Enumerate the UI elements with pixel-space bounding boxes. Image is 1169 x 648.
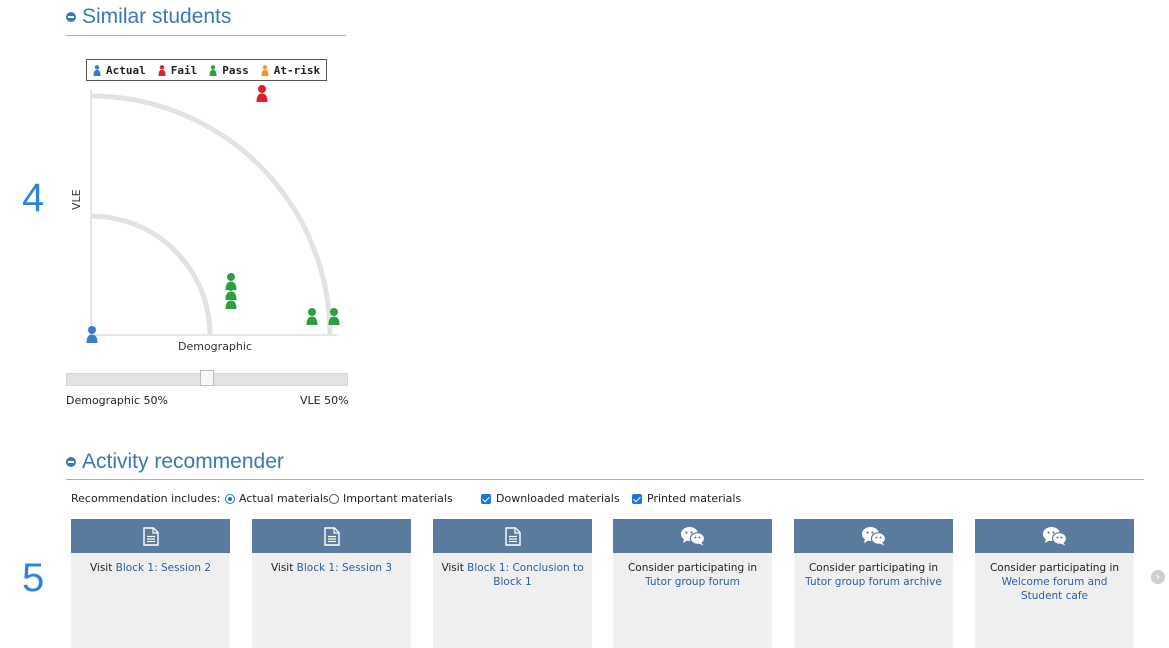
weight-slider-handle[interactable] — [200, 370, 214, 386]
recommendation-card[interactable]: Consider participating in Welcome forum … — [975, 519, 1134, 648]
document-icon — [323, 526, 340, 546]
y-axis-label: VLE — [70, 189, 83, 210]
activity-recommender-rule — [66, 479, 1144, 480]
card-text: Consider participating in Tutor group fo… — [794, 553, 953, 597]
checkbox-label: Downloaded materials — [496, 492, 620, 505]
recommendation-card[interactable]: Visit Block 1: Session 2 — [71, 519, 230, 648]
radio-button[interactable] — [329, 493, 339, 504]
inner-arc — [90, 213, 213, 336]
card-link[interactable]: Welcome forum and Student cafe — [1002, 576, 1108, 602]
person-icon — [93, 64, 101, 76]
card-prefix: Visit — [89, 562, 116, 574]
document-icon — [504, 526, 521, 546]
checkbox[interactable] — [481, 493, 491, 504]
card-header — [71, 519, 230, 553]
card-header — [613, 519, 772, 553]
student-fail-marker[interactable] — [256, 85, 268, 102]
radio-actual-materials[interactable]: Actual materials — [225, 492, 329, 505]
similar-students-rule — [66, 35, 346, 36]
collapse-icon[interactable] — [66, 12, 76, 22]
card-text: Consider participating in Welcome forum … — [975, 553, 1134, 611]
card-prefix: Visit — [441, 562, 468, 574]
chevron-right-icon[interactable]: › — [1151, 570, 1165, 584]
person-icon — [261, 64, 269, 76]
legend-label: Pass — [222, 63, 249, 77]
card-text: Visit Block 1: Session 2 — [71, 553, 230, 583]
legend-actual: Actual — [93, 64, 146, 77]
legend-at-risk: At-risk — [261, 64, 320, 77]
legend-pass: Pass — [209, 64, 249, 77]
card-header — [975, 519, 1134, 553]
legend-label: At-risk — [273, 63, 321, 77]
recommendation-card[interactable]: Consider participating in Tutor group fo… — [613, 519, 772, 648]
includes-label: Recommendation includes: — [71, 492, 221, 505]
collapse-icon[interactable] — [66, 457, 76, 467]
person-icon — [158, 64, 166, 76]
check-printed-materials[interactable]: Printed materials — [632, 492, 741, 505]
chat-icon — [861, 527, 886, 546]
card-prefix: Consider participating in — [808, 562, 939, 574]
card-header — [433, 519, 592, 553]
card-link[interactable]: Block 1: Session 2 — [116, 562, 211, 574]
similar-students-title: Similar students — [82, 5, 232, 28]
card-text: Visit Block 1: Session 3 — [252, 553, 411, 583]
chart-legend: Actual Fail Pass At-risk — [86, 59, 328, 81]
check-downloaded-materials[interactable]: Downloaded materials — [481, 492, 620, 505]
slider-right-label: VLE 50% — [300, 394, 349, 407]
chat-icon — [680, 527, 705, 546]
outer-arc — [90, 93, 333, 336]
similarity-plot — [86, 85, 340, 343]
card-text: Visit Block 1: Conclusion to Block 1 — [433, 553, 592, 597]
radio-label: Actual materials — [239, 492, 329, 505]
radio-button[interactable] — [225, 493, 235, 504]
card-prefix: Consider participating in — [627, 562, 758, 574]
legend-label: Actual — [106, 63, 146, 77]
x-axis-label: Demographic — [178, 340, 252, 353]
checkbox-label: Printed materials — [647, 492, 742, 505]
card-text: Consider participating in Tutor group fo… — [613, 553, 772, 597]
card-link[interactable]: Tutor group forum — [645, 576, 740, 588]
card-prefix: Consider participating in — [989, 562, 1120, 574]
recommendation-card[interactable]: Visit Block 1: Session 3 — [252, 519, 411, 648]
checkbox[interactable] — [632, 493, 642, 504]
slider-left-label: Demographic 50% — [66, 394, 168, 407]
radio-important-materials[interactable]: Important materials — [329, 492, 453, 505]
chat-icon — [1042, 527, 1067, 546]
card-prefix: Visit — [270, 562, 297, 574]
card-link[interactable]: Block 1: Conclusion to Block 1 — [467, 562, 583, 588]
legend-fail: Fail — [158, 63, 198, 77]
section-number-5: 5 — [22, 556, 45, 600]
person-icon — [209, 64, 217, 76]
similar-students-header[interactable]: Similar students — [66, 5, 231, 29]
card-link[interactable]: Tutor group forum archive — [805, 576, 942, 588]
legend-label: Fail — [170, 63, 198, 77]
activity-recommender-title: Activity recommender — [82, 450, 284, 473]
recommendation-card[interactable]: Consider participating in Tutor group fo… — [794, 519, 953, 648]
card-link[interactable]: Block 1: Session 3 — [297, 562, 392, 574]
card-header — [794, 519, 953, 553]
section-number-4: 4 — [22, 176, 45, 220]
student-pass-marker[interactable] — [306, 308, 318, 325]
document-icon — [142, 526, 159, 546]
recommendation-card[interactable]: Visit Block 1: Conclusion to Block 1 — [433, 519, 592, 648]
activity-recommender-header[interactable]: Activity recommender — [66, 450, 284, 474]
radio-label: Important materials — [343, 492, 453, 505]
card-header — [252, 519, 411, 553]
